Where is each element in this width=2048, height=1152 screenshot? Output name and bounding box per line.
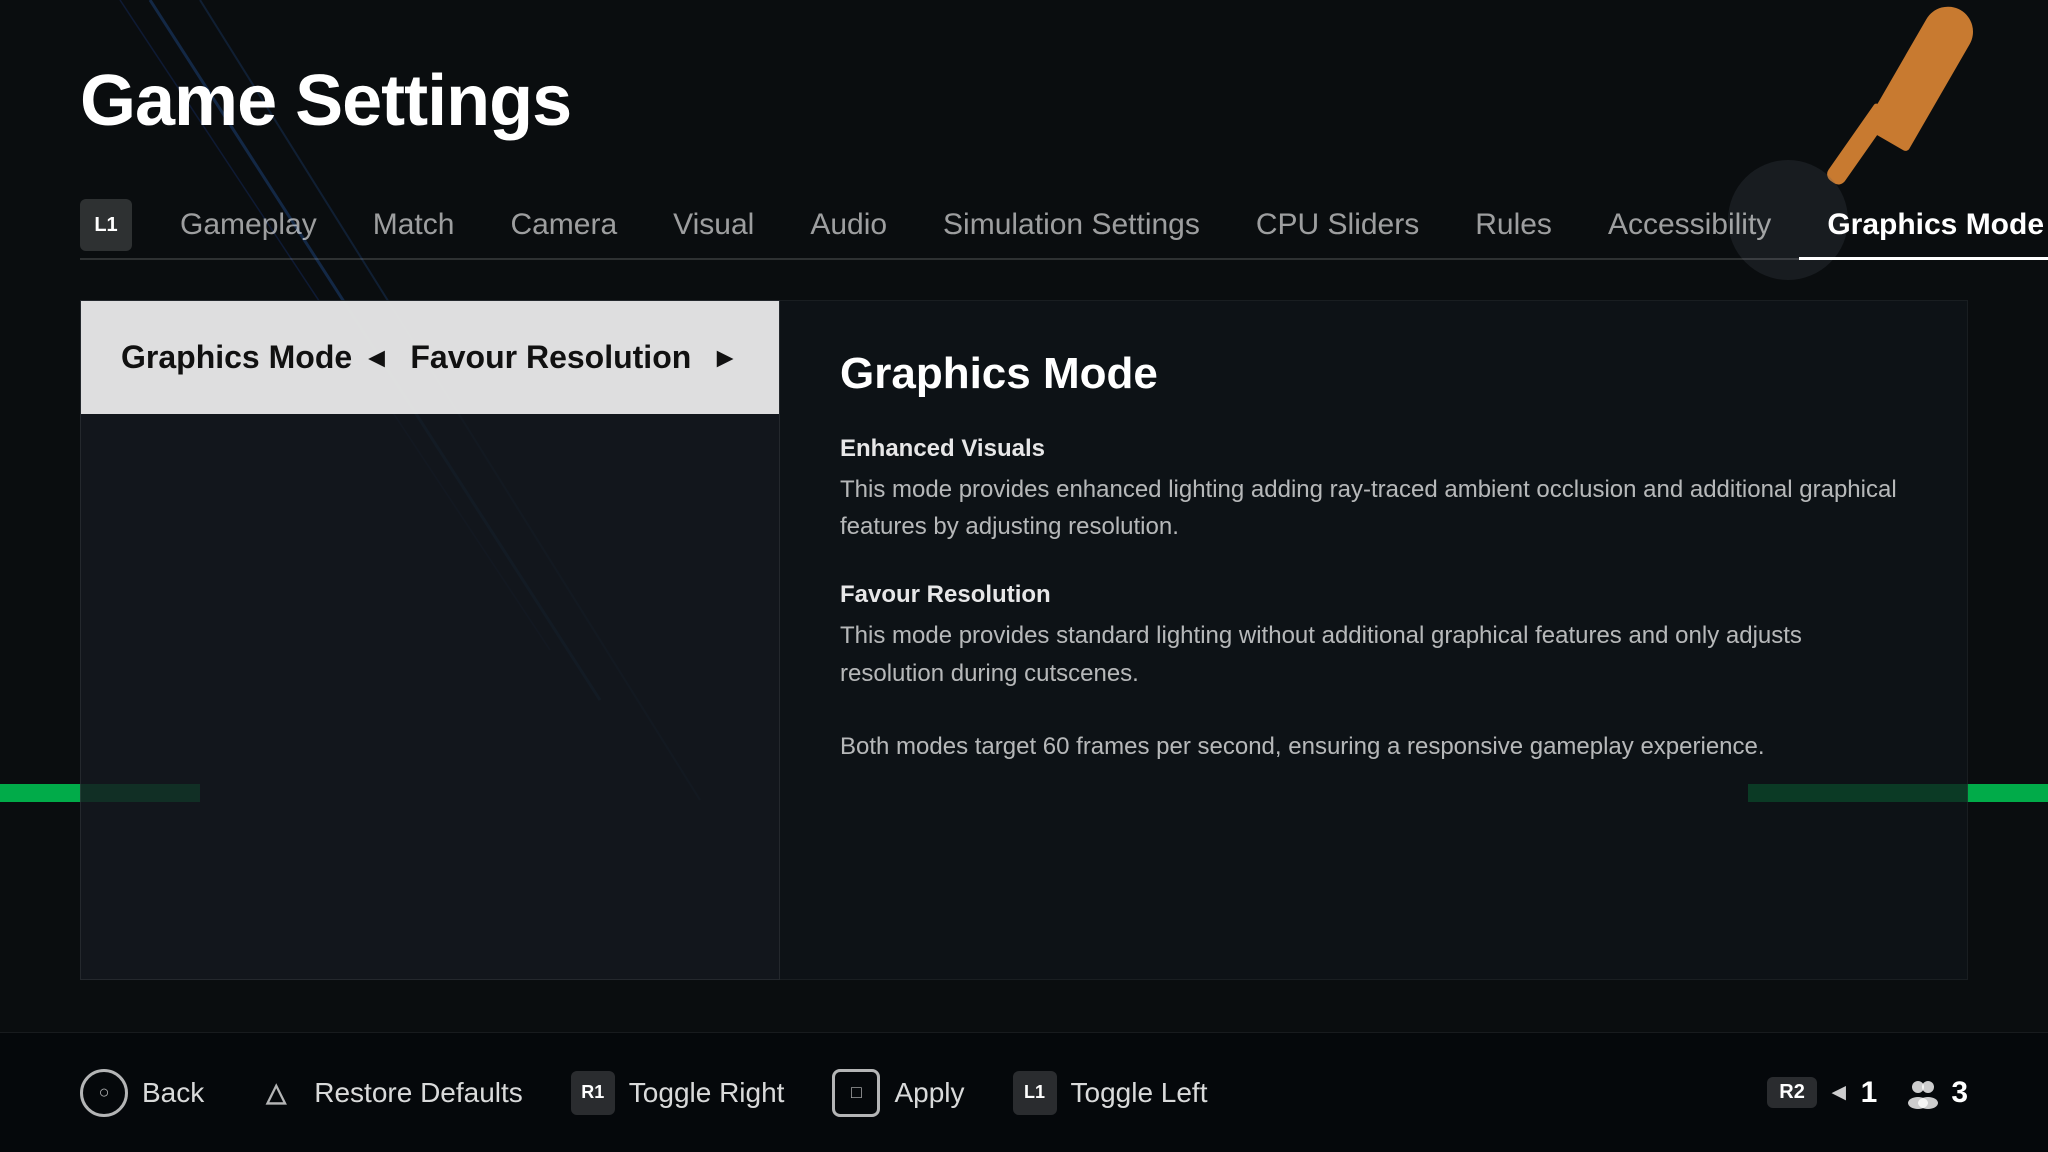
nav-tabs: L1 Gameplay Match Camera Visual Audio Si… <box>80 192 1968 260</box>
setting-row-graphics-mode: Graphics Mode ◄ Favour Resolution ► <box>81 301 779 414</box>
info-section-enhanced: Enhanced Visuals This mode provides enha… <box>840 435 1907 545</box>
setting-control: ◄ Favour Resolution ► <box>363 339 739 376</box>
back-label: Back <box>142 1077 204 1109</box>
circle-icon: ○ <box>80 1069 128 1117</box>
bottom-bar: ○ Back △ Restore Defaults R1 Toggle Righ… <box>0 1032 2048 1152</box>
players-icon <box>1905 1075 1941 1111</box>
r1-icon: R1 <box>571 1071 615 1115</box>
tab-camera[interactable]: Camera <box>482 192 645 258</box>
info-section-enhanced-title: Enhanced Visuals <box>840 435 1907 463</box>
l1-badge: L1 <box>80 199 132 251</box>
toggle-right-action[interactable]: R1 Toggle Right <box>571 1071 785 1115</box>
restore-defaults-action[interactable]: △ Restore Defaults <box>252 1069 523 1117</box>
info-section-favour-body: This mode provides standard lighting wit… <box>840 617 1907 691</box>
tab-match[interactable]: Match <box>345 192 483 258</box>
info-note: Both modes target 60 frames per second, … <box>840 728 1907 765</box>
arrow-right-icon[interactable]: ► <box>711 342 739 374</box>
square-icon: □ <box>832 1069 880 1117</box>
tab-audio[interactable]: Audio <box>782 192 915 258</box>
players-item: 3 <box>1905 1075 1968 1111</box>
tab-accessibility[interactable]: Accessibility <box>1580 192 1799 258</box>
page-title: Game Settings <box>80 60 1968 142</box>
nav-arrow-icon: ◄ <box>1827 1079 1851 1107</box>
tab-visual[interactable]: Visual <box>645 192 782 258</box>
info-section-favour-title: Favour Resolution <box>840 581 1907 609</box>
tab-graphics-mode[interactable]: Graphics Mode <box>1799 192 2048 258</box>
apply-action[interactable]: □ Apply <box>832 1069 964 1117</box>
bottom-right: R2 ◄ 1 3 <box>1767 1075 1968 1111</box>
toggle-left-label: Toggle Left <box>1071 1077 1208 1109</box>
back-action[interactable]: ○ Back <box>80 1069 204 1117</box>
bottom-actions: ○ Back △ Restore Defaults R1 Toggle Righ… <box>80 1069 1767 1117</box>
tab-gameplay[interactable]: Gameplay <box>152 192 345 258</box>
toggle-left-action[interactable]: L1 Toggle Left <box>1013 1071 1208 1115</box>
r2-nav-item: R2 ◄ 1 <box>1767 1076 1877 1110</box>
arrow-left-icon[interactable]: ◄ <box>363 342 391 374</box>
r2-badge: R2 <box>1767 1077 1817 1108</box>
setting-label: Graphics Mode <box>121 339 352 376</box>
restore-defaults-label: Restore Defaults <box>314 1077 523 1109</box>
tab-simulation[interactable]: Simulation Settings <box>915 192 1228 258</box>
info-title: Graphics Mode <box>840 349 1907 399</box>
triangle-icon: △ <box>252 1069 300 1117</box>
info-section-favour: Favour Resolution This mode provides sta… <box>840 581 1907 691</box>
content-area: Graphics Mode ◄ Favour Resolution ► Grap… <box>80 300 1968 980</box>
tab-cpu-sliders[interactable]: CPU Sliders <box>1228 192 1447 258</box>
count-1: 1 <box>1861 1076 1878 1110</box>
right-panel: Graphics Mode Enhanced Visuals This mode… <box>780 300 1968 980</box>
count-2: 3 <box>1951 1076 1968 1110</box>
apply-label: Apply <box>894 1077 964 1109</box>
tab-rules[interactable]: Rules <box>1447 192 1580 258</box>
info-section-enhanced-body: This mode provides enhanced lighting add… <box>840 471 1907 545</box>
toggle-right-label: Toggle Right <box>629 1077 785 1109</box>
setting-value: Favour Resolution <box>410 339 691 376</box>
l1-icon: L1 <box>1013 1071 1057 1115</box>
left-panel: Graphics Mode ◄ Favour Resolution ► <box>80 300 780 980</box>
